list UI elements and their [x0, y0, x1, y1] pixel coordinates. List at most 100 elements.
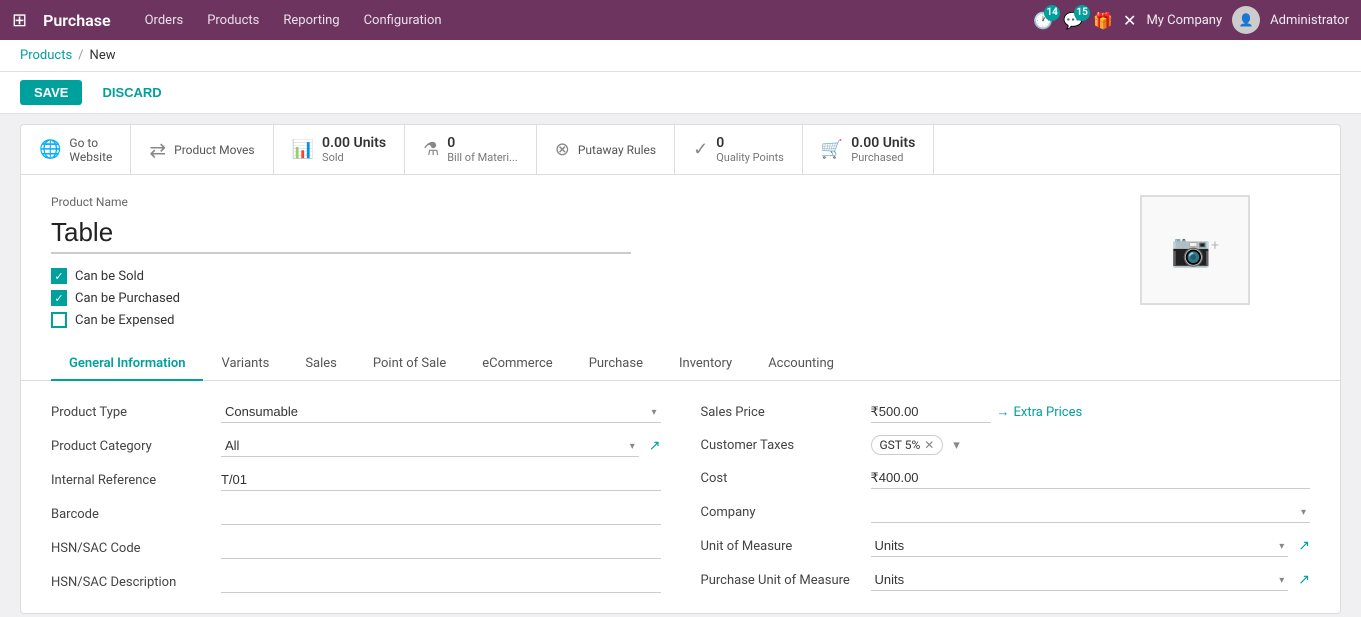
cost-input[interactable]	[871, 467, 1311, 489]
quality-points-text: Quality Points	[716, 151, 784, 164]
cost-label: Cost	[701, 471, 861, 486]
can-be-expensed-checkbox[interactable]: Can be Expensed	[51, 312, 1310, 328]
units-purchased-text: Purchased	[851, 151, 915, 164]
company-field: My Company	[871, 501, 1311, 523]
tab-variants[interactable]: Variants	[203, 348, 287, 381]
purchase-uom-external-link[interactable]: ↗	[1298, 572, 1310, 588]
uom-select[interactable]: Units	[871, 535, 1289, 557]
smart-btn-quality-points[interactable]: ✓ 0 Quality Points	[675, 125, 803, 174]
smart-btn-putaway-rules[interactable]: ⊗ Putaway Rules	[537, 125, 675, 174]
user-name: Administrator	[1270, 13, 1349, 28]
company-select[interactable]: My Company	[871, 501, 1311, 523]
product-name-input[interactable]	[51, 213, 631, 254]
camera-icon: 📷+	[1171, 231, 1219, 269]
menu-reporting[interactable]: Reporting	[273, 9, 349, 32]
hsn-sac-code-field	[221, 537, 661, 559]
cost-field	[871, 467, 1311, 489]
product-type-select[interactable]: Consumable Storable Product Service	[221, 401, 661, 423]
main-content: 🌐 Go toWebsite ⇄ Product Moves 📊	[0, 114, 1361, 617]
sales-price-input[interactable]	[871, 401, 991, 423]
smart-btn-product-moves[interactable]: ⇄ Product Moves	[131, 125, 273, 174]
hsn-sac-code-input[interactable]	[221, 537, 661, 559]
hsn-sac-description-input[interactable]	[221, 571, 661, 593]
uom-external-link[interactable]: ↗	[1298, 538, 1310, 554]
menu-orders[interactable]: Orders	[135, 9, 194, 32]
company-select-wrapper: My Company	[871, 501, 1311, 523]
extra-prices-link[interactable]: → Extra Prices	[997, 404, 1083, 420]
gift-icon[interactable]: 🎁	[1093, 11, 1113, 30]
breadcrumb: Products / New	[0, 40, 1361, 72]
chat-icon[interactable]: 💬 15	[1063, 11, 1083, 30]
user-avatar[interactable]: 👤	[1232, 6, 1260, 34]
units-sold-count: 0.00 Units	[322, 135, 386, 151]
sales-price-label: Sales Price	[701, 405, 861, 420]
tab-inventory[interactable]: Inventory	[661, 348, 750, 381]
unit-of-measure-field: Units ↗	[871, 535, 1311, 557]
tab-point-of-sale[interactable]: Point of Sale	[355, 348, 464, 381]
clock-icon[interactable]: 🕐 14	[1033, 11, 1053, 30]
quality-points-count: 0	[716, 135, 784, 151]
tab-general-information[interactable]: General Information	[51, 348, 203, 381]
product-type-label: Product Type	[51, 405, 211, 420]
purchase-uom-select-wrapper: Units	[871, 569, 1289, 591]
clock-badge: 14	[1044, 5, 1060, 21]
main-scroll-area: 🌐 Go toWebsite ⇄ Product Moves 📊	[0, 114, 1361, 617]
purchase-uom-row: Purchase Unit of Measure Units ↗	[701, 569, 1311, 591]
customer-taxes-label: Customer Taxes	[701, 438, 861, 453]
grid-icon[interactable]: ⊞	[12, 10, 27, 31]
product-category-label: Product Category	[51, 439, 211, 454]
product-type-row: Product Type Consumable Storable Product…	[51, 401, 661, 423]
company-label: Company	[701, 505, 861, 520]
can-be-expensed-label: Can be Expensed	[75, 313, 175, 328]
product-category-select[interactable]: All	[221, 435, 639, 457]
unit-of-measure-row: Unit of Measure Units ↗	[701, 535, 1311, 557]
bill-of-materials-icon: ⚗	[423, 139, 439, 160]
breadcrumb-separator: /	[78, 48, 83, 63]
smart-btn-go-to-website[interactable]: 🌐 Go toWebsite	[21, 125, 131, 174]
product-type-field: Consumable Storable Product Service	[221, 401, 661, 423]
company-row: Company My Company	[701, 501, 1311, 523]
smart-btn-units-purchased[interactable]: 🛒 0.00 Units Purchased	[803, 125, 934, 174]
close-icon[interactable]: ✕	[1123, 11, 1136, 30]
right-col: Sales Price → Extra Prices Cus	[701, 401, 1311, 593]
purchase-uom-select[interactable]: Units	[871, 569, 1289, 591]
can-be-purchased-checkbox[interactable]: ✓ Can be Purchased	[51, 290, 1310, 306]
website-icon: 🌐	[39, 139, 61, 160]
action-bar: SAVE DISCARD	[0, 72, 1361, 114]
save-button[interactable]: SAVE	[20, 80, 82, 105]
sales-price-field: → Extra Prices	[871, 401, 1311, 423]
product-checkboxes: ✓ Can be Sold ✓ Can be Purchased Can be …	[51, 268, 1310, 328]
can-be-sold-checkbox[interactable]: ✓ Can be Sold	[51, 268, 1310, 284]
breadcrumb-parent[interactable]: Products	[20, 48, 72, 63]
discard-button[interactable]: DISCARD	[92, 80, 171, 105]
can-be-purchased-box: ✓	[51, 290, 67, 306]
product-moves-icon: ⇄	[149, 138, 166, 162]
go-to-website-label: Go toWebsite	[69, 136, 112, 164]
barcode-row: Barcode	[51, 503, 661, 525]
uom-select-wrapper: Units	[871, 535, 1289, 557]
smart-buttons-bar: 🌐 Go toWebsite ⇄ Product Moves 📊	[20, 124, 1341, 174]
putaway-rules-label: Putaway Rules	[578, 143, 656, 157]
product-category-row: Product Category All ↗	[51, 435, 661, 457]
gst-tax-tag[interactable]: GST 5% ✕	[871, 435, 944, 455]
internal-reference-input[interactable]	[221, 469, 661, 491]
product-image[interactable]: 📷+	[1140, 195, 1250, 305]
customer-taxes-row: Customer Taxes GST 5% ✕ ▾	[701, 435, 1311, 455]
tab-purchase[interactable]: Purchase	[571, 348, 661, 381]
tab-sales[interactable]: Sales	[287, 348, 355, 381]
customer-taxes-dropdown-icon[interactable]: ▾	[953, 438, 960, 453]
tab-accounting[interactable]: Accounting	[750, 348, 852, 381]
product-category-external-link[interactable]: ↗	[649, 438, 661, 454]
arrow-right-icon: →	[997, 404, 1010, 420]
breadcrumb-current: New	[90, 48, 116, 63]
extra-prices-label: Extra Prices	[1014, 405, 1083, 420]
product-category-select-wrapper: All	[221, 435, 639, 457]
menu-configuration[interactable]: Configuration	[354, 9, 452, 32]
smart-btn-bill-of-materials[interactable]: ⚗ 0 Bill of Materi...	[405, 125, 537, 174]
tab-ecommerce[interactable]: eCommerce	[464, 348, 570, 381]
quality-points-icon: ✓	[693, 139, 708, 160]
smart-btn-units-sold[interactable]: 📊 0.00 Units Sold	[274, 125, 405, 174]
barcode-input[interactable]	[221, 503, 661, 525]
menu-products[interactable]: Products	[197, 9, 269, 32]
tax-tag-remove-btn[interactable]: ✕	[924, 438, 934, 452]
